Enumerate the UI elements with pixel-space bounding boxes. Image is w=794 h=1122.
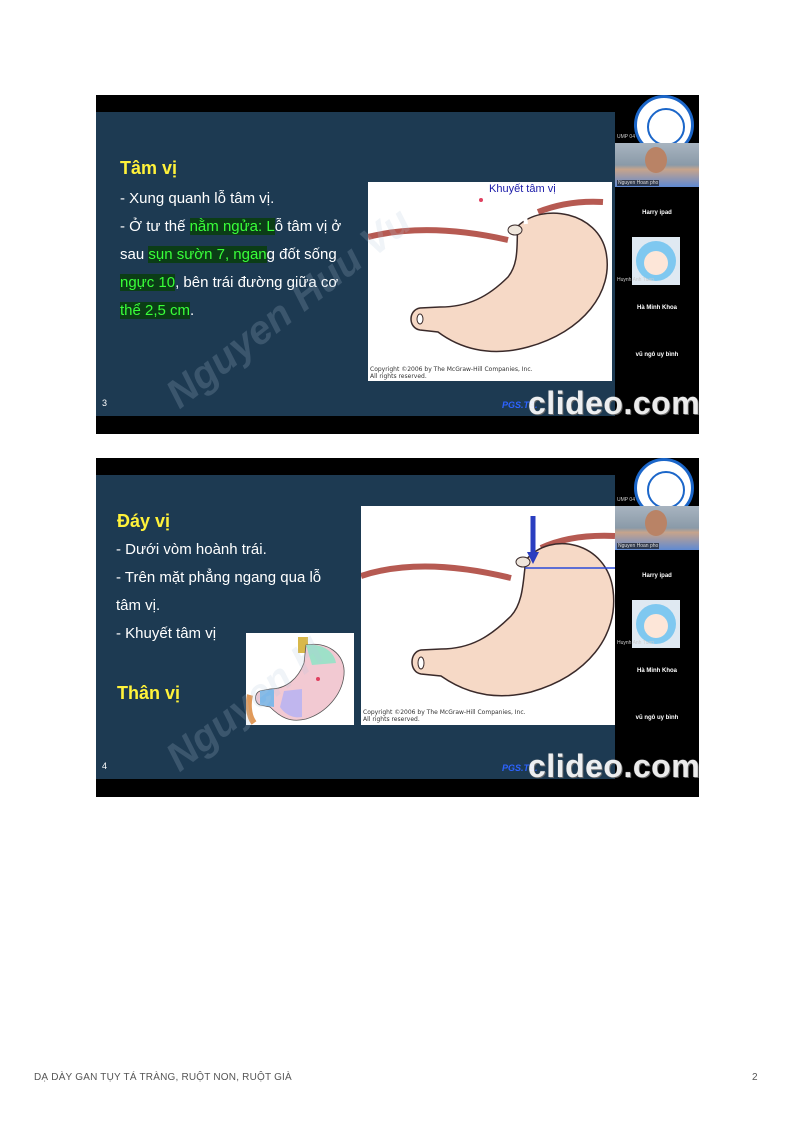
copyright-text: Copyright ©2006 by The McGraw-Hill Compa… <box>363 709 526 723</box>
stomach-figure: Copyright ©2006 by The McGraw-Hill Compa… <box>361 506 615 725</box>
participant-name-tag: Nguyen Hoan pho <box>617 180 660 186</box>
bullet-2: - Ở tư thế nằm ngửa: Lỗ tâm vị ở <box>120 218 341 235</box>
slide-title: Đáy vị <box>117 511 171 531</box>
participant-label: UMP 04 <box>617 497 635 503</box>
participant-label: Huynh Anh Tuan <box>617 277 654 283</box>
text-part: ỗ tâm vị ở <box>274 218 342 235</box>
slide-title: Tâm vị <box>120 158 178 178</box>
slide-number: 3 <box>102 398 108 408</box>
slide-content: Đáy vị - Dưới vòm hoành trái. - Trên mặt… <box>96 475 699 780</box>
copyright-text: Copyright ©2006 by The McGraw-Hill Compa… <box>370 366 533 380</box>
highlight-text: ngực 10 <box>120 274 176 291</box>
participant-label: Huynh Anh Tuan <box>617 640 654 646</box>
participant-name[interactable]: Harry ipad <box>615 210 699 216</box>
bullet-2-cont: thể 2,5 cm. <box>120 302 194 319</box>
participant-video-1[interactable]: Nguyen Hoan pho <box>615 143 699 187</box>
stomach-illustration <box>361 516 615 697</box>
slide-number: 4 <box>102 761 108 771</box>
slide-content: Tâm vị - Xung quanh lỗ tâm vị. - Ở tư th… <box>96 112 699 417</box>
logo-emblem <box>647 108 685 146</box>
clideo-watermark: clideo.com <box>528 748 699 784</box>
figure-label: Khuyết tâm vị <box>489 183 556 195</box>
participant-name[interactable]: Hà Minh Khoa <box>615 668 699 674</box>
copyright-line: All rights reserved. <box>363 716 420 723</box>
bullet-1: - Dưới vòm hoành trái. <box>116 541 267 558</box>
highlight-text: sụn sườn 7, ngan <box>148 246 267 263</box>
stomach-figure: Khuyết tâm vị Copyright ©2006 by The McG… <box>368 182 612 381</box>
participant-name[interactable]: Hà Minh Khoa <box>615 305 699 311</box>
avatar-face <box>644 614 668 638</box>
bullet-2-cont: sau sụn sườn 7, ngang đốt sống <box>120 246 337 263</box>
slide-4: Đáy vị - Dưới vòm hoành trái. - Trên mặt… <box>96 458 699 797</box>
participant-face <box>645 147 667 173</box>
text-part: sau <box>120 246 149 263</box>
logo-emblem <box>647 471 685 509</box>
participant-face <box>645 510 667 536</box>
highlight-text: nằm ngửa: L <box>189 218 275 235</box>
bullet-2: - Trên mặt phẳng ngang qua lỗ <box>116 569 322 586</box>
video-participant-panel: UMP 04 Nguyen Hoan pho Harry ipad Huynh … <box>615 458 699 797</box>
bullet-2-cont: tâm vị. <box>116 597 161 614</box>
participant-label: UMP 04 <box>617 134 635 140</box>
avatar-face <box>644 251 668 275</box>
text-part: . <box>190 302 195 319</box>
copyright-line: Copyright ©2006 by The McGraw-Hill Compa… <box>363 709 526 716</box>
document-footer-title: DẠ DÀY GAN TỤY TÁ TRÀNG, RUỘT NON, RUỘT … <box>34 1072 292 1083</box>
participant-video-1[interactable]: Nguyen Hoan pho <box>615 506 699 550</box>
page-number: 2 <box>752 1072 758 1083</box>
participant-name[interactable]: Harry ipad <box>615 573 699 579</box>
participant-name[interactable]: vũ ngô uy bình <box>615 715 699 721</box>
slide-subtitle: Thân vị <box>117 683 181 703</box>
slide-3: Tâm vị - Xung quanh lỗ tâm vị. - Ở tư th… <box>96 95 699 434</box>
text-part: - Ở tư thế <box>120 218 190 235</box>
participant-name-tag: Nguyen Hoan pho <box>617 543 660 549</box>
participant-name[interactable]: vũ ngô uy bình <box>615 352 699 358</box>
bullet-3: - Khuyết tâm vị <box>116 625 217 642</box>
stomach-illustration <box>368 198 608 353</box>
copyright-line: All rights reserved. <box>370 373 427 380</box>
video-participant-panel: UMP 04 Nguyen Hoan pho Harry ipad Huynh … <box>615 95 699 434</box>
copyright-line: Copyright ©2006 by The McGraw-Hill Compa… <box>370 366 533 373</box>
bullet-1: - Xung quanh lỗ tâm vị. <box>120 190 275 207</box>
clideo-watermark: clideo.com <box>528 385 699 421</box>
highlight-text: thể 2,5 cm <box>120 302 191 319</box>
